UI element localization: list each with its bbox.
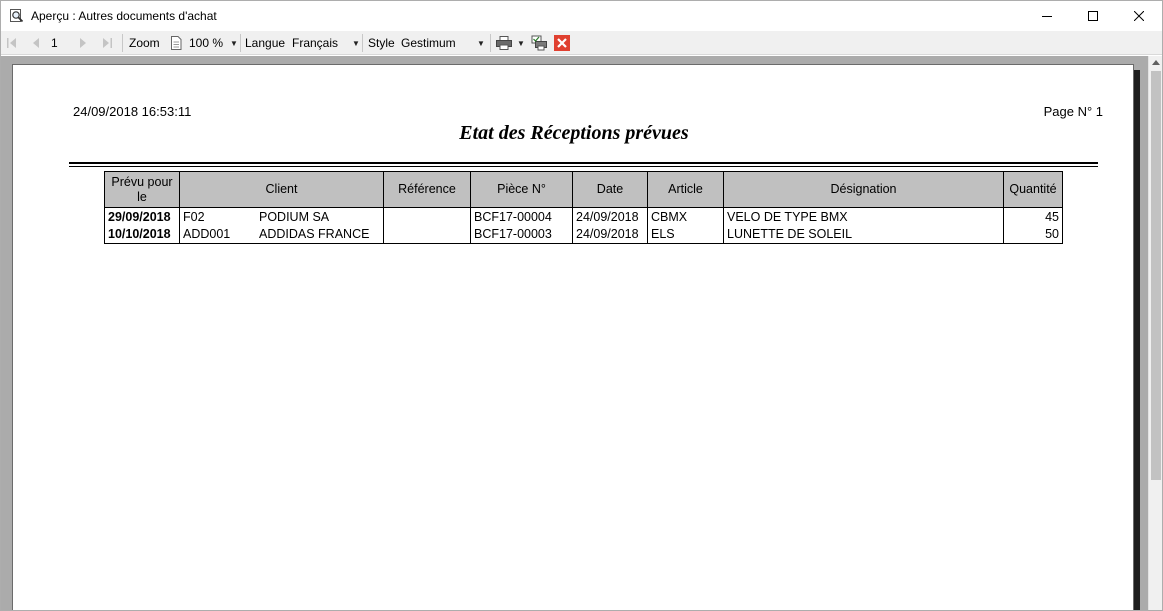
language-select[interactable]: Français — [292, 33, 338, 53]
minimize-button[interactable] — [1024, 1, 1070, 31]
client-name: PODIUM SA — [259, 210, 330, 224]
preview-toolbar: 1 Zoom 100 % ▼ Langue Français ▼ Style G… — [1, 31, 1162, 55]
column-header: Article — [647, 171, 724, 208]
cell-prevu: 29/09/2018 — [104, 207, 180, 226]
cell-article: ELS — [647, 226, 724, 244]
receptions-table: Prévu pour le Client Référence Pièce N° … — [104, 171, 1063, 244]
page-number-field[interactable]: 1 — [51, 33, 58, 53]
previous-page-icon — [33, 38, 39, 48]
close-icon — [1134, 11, 1144, 21]
last-page-button[interactable] — [101, 33, 113, 53]
next-page-icon — [80, 38, 86, 48]
print-setup-icon — [531, 35, 547, 51]
preview-area[interactable]: 24/09/2018 16:53:11 Page N° 1 Etat des R… — [1, 56, 1148, 610]
print-dropdown-arrow-icon[interactable]: ▼ — [517, 33, 525, 53]
client-code: F02 — [183, 210, 205, 224]
printer-icon — [496, 36, 512, 50]
preview-window: Aperçu : Autres documents d'achat 1 Zoom… — [0, 0, 1163, 611]
style-value: Gestimum — [401, 36, 456, 50]
cell-date: 24/09/2018 — [572, 226, 648, 244]
cell-piece: BCF17-00003 — [470, 226, 573, 244]
magnifier-document-icon — [9, 8, 25, 24]
table-row: 29/09/2018 F02 PODIUM SA BCF17-00004 24/0… — [104, 207, 1063, 226]
cell-reference — [383, 207, 471, 226]
cell-quantite: 50 — [1003, 226, 1063, 244]
cell-date: 24/09/2018 — [572, 207, 648, 226]
style-label: Style — [368, 36, 395, 50]
style-dropdown-arrow-icon[interactable]: ▼ — [477, 33, 485, 53]
report-page-number: Page N° 1 — [1043, 104, 1103, 119]
first-page-icon — [7, 38, 16, 48]
column-header: Désignation — [723, 171, 1004, 208]
close-preview-button[interactable] — [554, 33, 570, 53]
cell-designation: LUNETTE DE SOLEIL — [723, 226, 1004, 244]
page-icon — [170, 33, 182, 53]
cell-article: CBMX — [647, 207, 724, 226]
column-header: Quantité — [1003, 171, 1063, 208]
language-value: Français — [292, 36, 339, 50]
toolbar-separator — [362, 34, 363, 52]
scrollbar-thumb[interactable] — [1151, 71, 1161, 480]
title-rule — [69, 166, 1098, 167]
maximize-button[interactable] — [1070, 1, 1116, 31]
cell-quantite: 45 — [1003, 207, 1063, 226]
previous-page-button[interactable] — [30, 33, 42, 53]
style-select[interactable]: Gestimum — [401, 33, 456, 53]
title-rule — [69, 162, 1098, 164]
report-datetime: 24/09/2018 16:53:11 — [73, 104, 192, 119]
print-setup-button[interactable] — [531, 33, 547, 53]
zoom-label: Zoom — [129, 36, 160, 50]
scroll-up-arrow-icon[interactable] — [1151, 58, 1161, 68]
minimize-icon — [1042, 16, 1052, 17]
page-shadow — [1134, 70, 1140, 610]
vertical-scrollbar[interactable] — [1148, 56, 1162, 610]
zoom-value: 100 % — [189, 36, 224, 50]
column-header: Référence — [383, 171, 471, 208]
cell-reference — [383, 226, 471, 244]
toolbar-separator — [240, 34, 241, 52]
table-row: 10/10/2018 ADD001 ADDIDAS FRANCE BCF17-00… — [104, 226, 1063, 244]
language-label: Langue — [245, 36, 286, 50]
print-button[interactable] — [496, 33, 512, 53]
report-title: Etat des Réceptions prévues — [459, 122, 689, 144]
first-page-button[interactable] — [6, 33, 18, 53]
last-page-icon — [103, 38, 112, 48]
language-dropdown-arrow-icon[interactable]: ▼ — [352, 33, 360, 53]
cell-prevu: 10/10/2018 — [104, 226, 180, 244]
cell-piece: BCF17-00004 — [470, 207, 573, 226]
client-code: ADD001 — [183, 227, 231, 241]
toolbar-separator — [122, 34, 123, 52]
window-title: Aperçu : Autres documents d'achat — [31, 9, 217, 23]
maximize-icon — [1088, 11, 1098, 21]
toolbar-separator — [490, 34, 491, 52]
table-header-row: Prévu pour le Client Référence Pièce N° … — [104, 171, 1063, 208]
client-name: ADDIDAS FRANCE — [259, 227, 370, 241]
title-bar: Aperçu : Autres documents d'achat — [1, 1, 1162, 31]
column-header: Client — [179, 171, 384, 208]
cell-designation: VELO DE TYPE BMX — [723, 207, 1004, 226]
cell-client: F02 PODIUM SA — [179, 207, 384, 226]
zoom-dropdown-arrow-icon[interactable]: ▼ — [230, 33, 238, 53]
column-header: Prévu pour le — [104, 171, 180, 208]
close-red-icon — [554, 35, 570, 51]
zoom-select[interactable]: 100 % — [189, 33, 223, 53]
report-page: 24/09/2018 16:53:11 Page N° 1 Etat des R… — [12, 64, 1134, 610]
close-window-button[interactable] — [1116, 1, 1162, 31]
cell-client: ADD001 ADDIDAS FRANCE — [179, 226, 384, 244]
next-page-button[interactable] — [77, 33, 89, 53]
column-header: Date — [572, 171, 648, 208]
column-header: Pièce N° — [470, 171, 573, 208]
